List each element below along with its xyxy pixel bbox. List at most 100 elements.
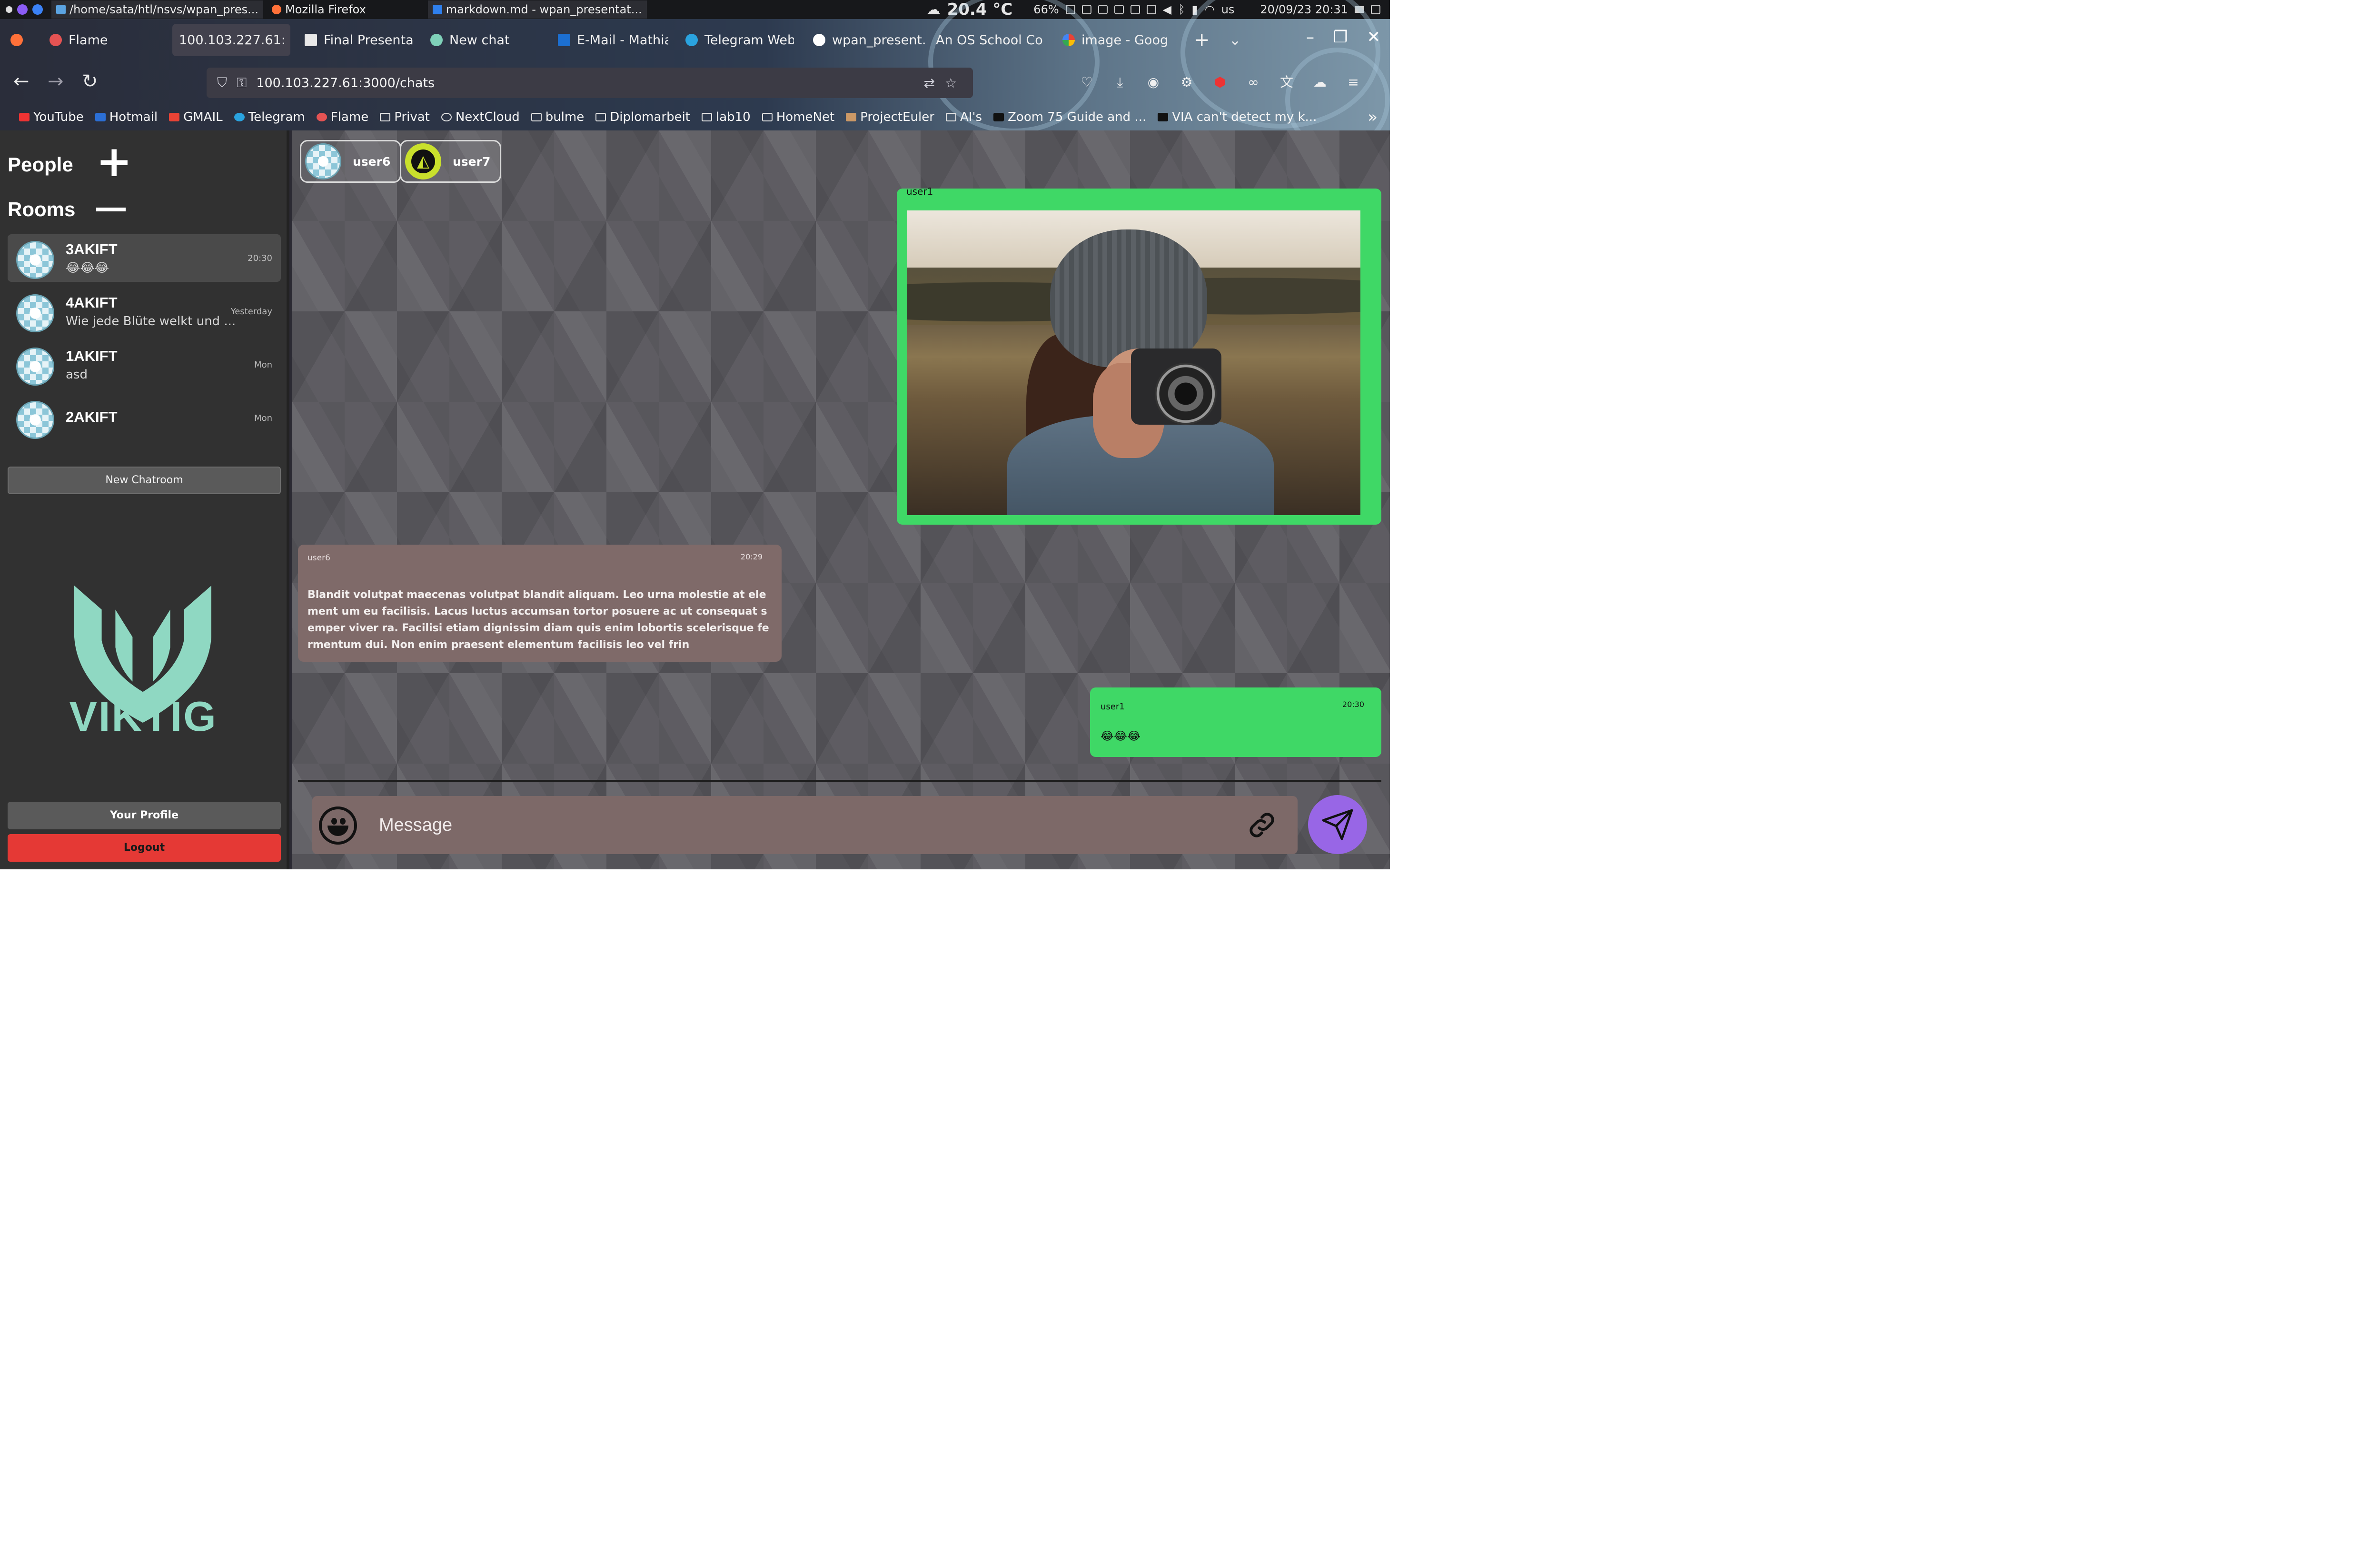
show-desktop-icon[interactable] xyxy=(1371,5,1380,14)
tab-email[interactable]: E-Mail - Mathia xyxy=(558,24,668,56)
tray-icon[interactable] xyxy=(1146,5,1156,14)
cloud-icon[interactable]: ☁ xyxy=(1313,75,1327,90)
tab-final-presentation[interactable]: Final Presentati xyxy=(305,24,413,56)
bookmark-flame[interactable]: Flame xyxy=(316,110,368,124)
forward-icon[interactable]: → xyxy=(48,70,64,92)
app-launcher-icon[interactable] xyxy=(6,6,12,13)
bookmark-via[interactable]: VIA can't detect my k... xyxy=(1158,110,1317,124)
member-chip-user7[interactable]: ◭ user7 xyxy=(400,140,502,183)
gmail-icon xyxy=(169,113,180,121)
glasses-icon[interactable]: ∞ xyxy=(1246,75,1260,90)
tab-github[interactable]: wpan_present... xyxy=(813,24,925,56)
avatar-logo-icon: ◭ xyxy=(411,149,435,173)
link-attach-icon[interactable] xyxy=(1245,808,1279,842)
bookmark-projecteuler[interactable]: ProjectEuler xyxy=(846,110,934,124)
message-sender: user1 xyxy=(906,186,933,197)
rooms-title: Rooms xyxy=(8,198,76,220)
back-icon[interactable]: ← xyxy=(13,70,30,92)
room-item-2akift[interactable]: 2AKIFT Mon xyxy=(8,394,281,442)
translate-extension-icon[interactable]: 文 xyxy=(1279,75,1294,90)
notion-icon xyxy=(993,113,1004,121)
message-time: 20:30 xyxy=(1342,700,1364,709)
bookmark-folder-privat[interactable]: Privat xyxy=(380,110,430,124)
tray-icon[interactable] xyxy=(1114,5,1124,14)
reload-icon[interactable]: ↻ xyxy=(82,70,98,92)
member-avatar: ◭ xyxy=(405,143,441,179)
tab-google-image[interactable]: image - Goog xyxy=(1062,24,1168,56)
taskbar-item[interactable]: markdown.md - wpan_presentat... xyxy=(427,0,647,19)
bookmark-gmail[interactable]: GMAIL xyxy=(169,110,223,124)
list-tabs-icon[interactable]: ⌄ xyxy=(1229,24,1241,56)
tray-icon[interactable] xyxy=(1081,5,1091,14)
url-text[interactable]: 100.103.227.61:3000/chats xyxy=(256,76,435,90)
bookmark-folder-ais[interactable]: AI's xyxy=(945,110,982,124)
bookmark-star-icon[interactable]: ☆ xyxy=(945,75,957,91)
volume-icon[interactable]: ◀ xyxy=(1163,3,1171,16)
taskbar-item[interactable]: /home/sata/htl/nsvs/wpan_pres... xyxy=(51,0,264,19)
bookmark-telegram[interactable]: Telegram xyxy=(234,110,305,124)
tray-icon[interactable] xyxy=(1098,5,1108,14)
vscode-icon xyxy=(432,5,442,14)
message-image-bubble: user1 xyxy=(897,186,1381,525)
tab-strip: Flame 100.103.227.61:✕ Final Presentati … xyxy=(0,19,1390,63)
weather-icon: ☁ xyxy=(926,1,941,18)
extension-icon[interactable]: ◉ xyxy=(1146,75,1160,90)
firefox-view-icon[interactable] xyxy=(10,24,30,56)
room-name: 3AKIFT xyxy=(66,241,118,258)
ublock-icon[interactable]: ⬢ xyxy=(1213,75,1227,90)
message-photo[interactable] xyxy=(907,210,1360,515)
new-tab-button[interactable]: + xyxy=(1194,24,1210,56)
app-icon[interactable] xyxy=(17,4,28,15)
more-bookmarks-icon[interactable]: » xyxy=(1368,108,1378,127)
bookmark-nextcloud[interactable]: NextCloud xyxy=(441,110,520,124)
app-icon[interactable] xyxy=(32,4,43,15)
message-composer xyxy=(312,796,1298,854)
send-icon xyxy=(1322,809,1353,840)
bookmark-folder-diplomarbeit[interactable]: Diplomarbeit xyxy=(595,110,690,124)
tab-new-chat[interactable]: New chat xyxy=(430,24,539,56)
tab-os-school[interactable]: An OS School Co xyxy=(936,24,1043,56)
pocket-icon[interactable]: ♡ xyxy=(1080,75,1094,90)
extensions-icon[interactable]: ⚙ xyxy=(1180,75,1194,90)
room-time: Yesterday xyxy=(230,307,272,317)
menu-icon[interactable]: ≡ xyxy=(1346,75,1360,90)
message-input[interactable] xyxy=(379,809,1217,841)
emoji-button[interactable] xyxy=(319,806,357,845)
bookmark-hotmail[interactable]: Hotmail xyxy=(95,110,158,124)
bookmark-youtube[interactable]: YouTube xyxy=(19,110,84,124)
minimize-icon[interactable]: – xyxy=(1306,28,1314,47)
member-chip-user6[interactable]: user6 xyxy=(300,140,402,183)
folder-icon xyxy=(595,113,606,121)
room-item-1akift[interactable]: 1AKIFT asd Mon xyxy=(8,341,281,388)
tab-flame[interactable]: Flame xyxy=(50,24,169,56)
folder-icon xyxy=(380,113,391,121)
taskbar-item[interactable]: Mozilla Firefox xyxy=(272,3,366,16)
bookmark-folder-lab10[interactable]: lab10 xyxy=(701,110,751,124)
tray-icon[interactable] xyxy=(1130,5,1140,14)
bluetooth-icon[interactable]: ᛒ xyxy=(1178,3,1185,16)
bookmark-folder-bulme[interactable]: bulme xyxy=(531,110,584,124)
member-avatar xyxy=(305,143,341,179)
room-item-3akift[interactable]: 3AKIFT 😂😂😂 20:30 xyxy=(8,234,281,282)
room-name: 4AKIFT xyxy=(66,294,118,311)
your-profile-button[interactable]: Your Profile xyxy=(8,802,281,829)
lock-icon[interactable]: ⚿ xyxy=(237,75,247,91)
shield-icon[interactable]: ⛉ xyxy=(217,75,227,91)
new-chatroom-button[interactable]: New Chatroom xyxy=(8,467,281,494)
message-text: 😂😂😂 xyxy=(1101,729,1141,743)
bookmark-folder-homenet[interactable]: HomeNet xyxy=(762,110,834,124)
tab-chat-app[interactable]: 100.103.227.61:✕ xyxy=(172,24,290,56)
close-window-icon[interactable]: ✕ xyxy=(1367,28,1381,47)
logout-button[interactable]: Logout xyxy=(8,834,281,862)
collapse-rooms-button[interactable] xyxy=(96,208,126,211)
download-icon[interactable]: ⤓ xyxy=(1113,75,1127,90)
maximize-icon[interactable]: ❐ xyxy=(1333,28,1348,47)
tab-telegram[interactable]: Telegram Web xyxy=(685,24,794,56)
bookmark-zoom-guide[interactable]: Zoom 75 Guide and ... xyxy=(993,110,1146,124)
url-bar[interactable]: ⛉ ⚿ 100.103.227.61:3000/chats ⇄ ☆ xyxy=(207,68,973,98)
translate-icon[interactable]: ⇄ xyxy=(924,75,935,91)
add-person-button[interactable]: + xyxy=(96,140,132,183)
room-item-4akift[interactable]: 4AKIFT Wie jede Blüte welkt und ... Yest… xyxy=(8,288,281,335)
telegram-icon xyxy=(234,113,245,121)
send-button[interactable] xyxy=(1308,795,1367,854)
